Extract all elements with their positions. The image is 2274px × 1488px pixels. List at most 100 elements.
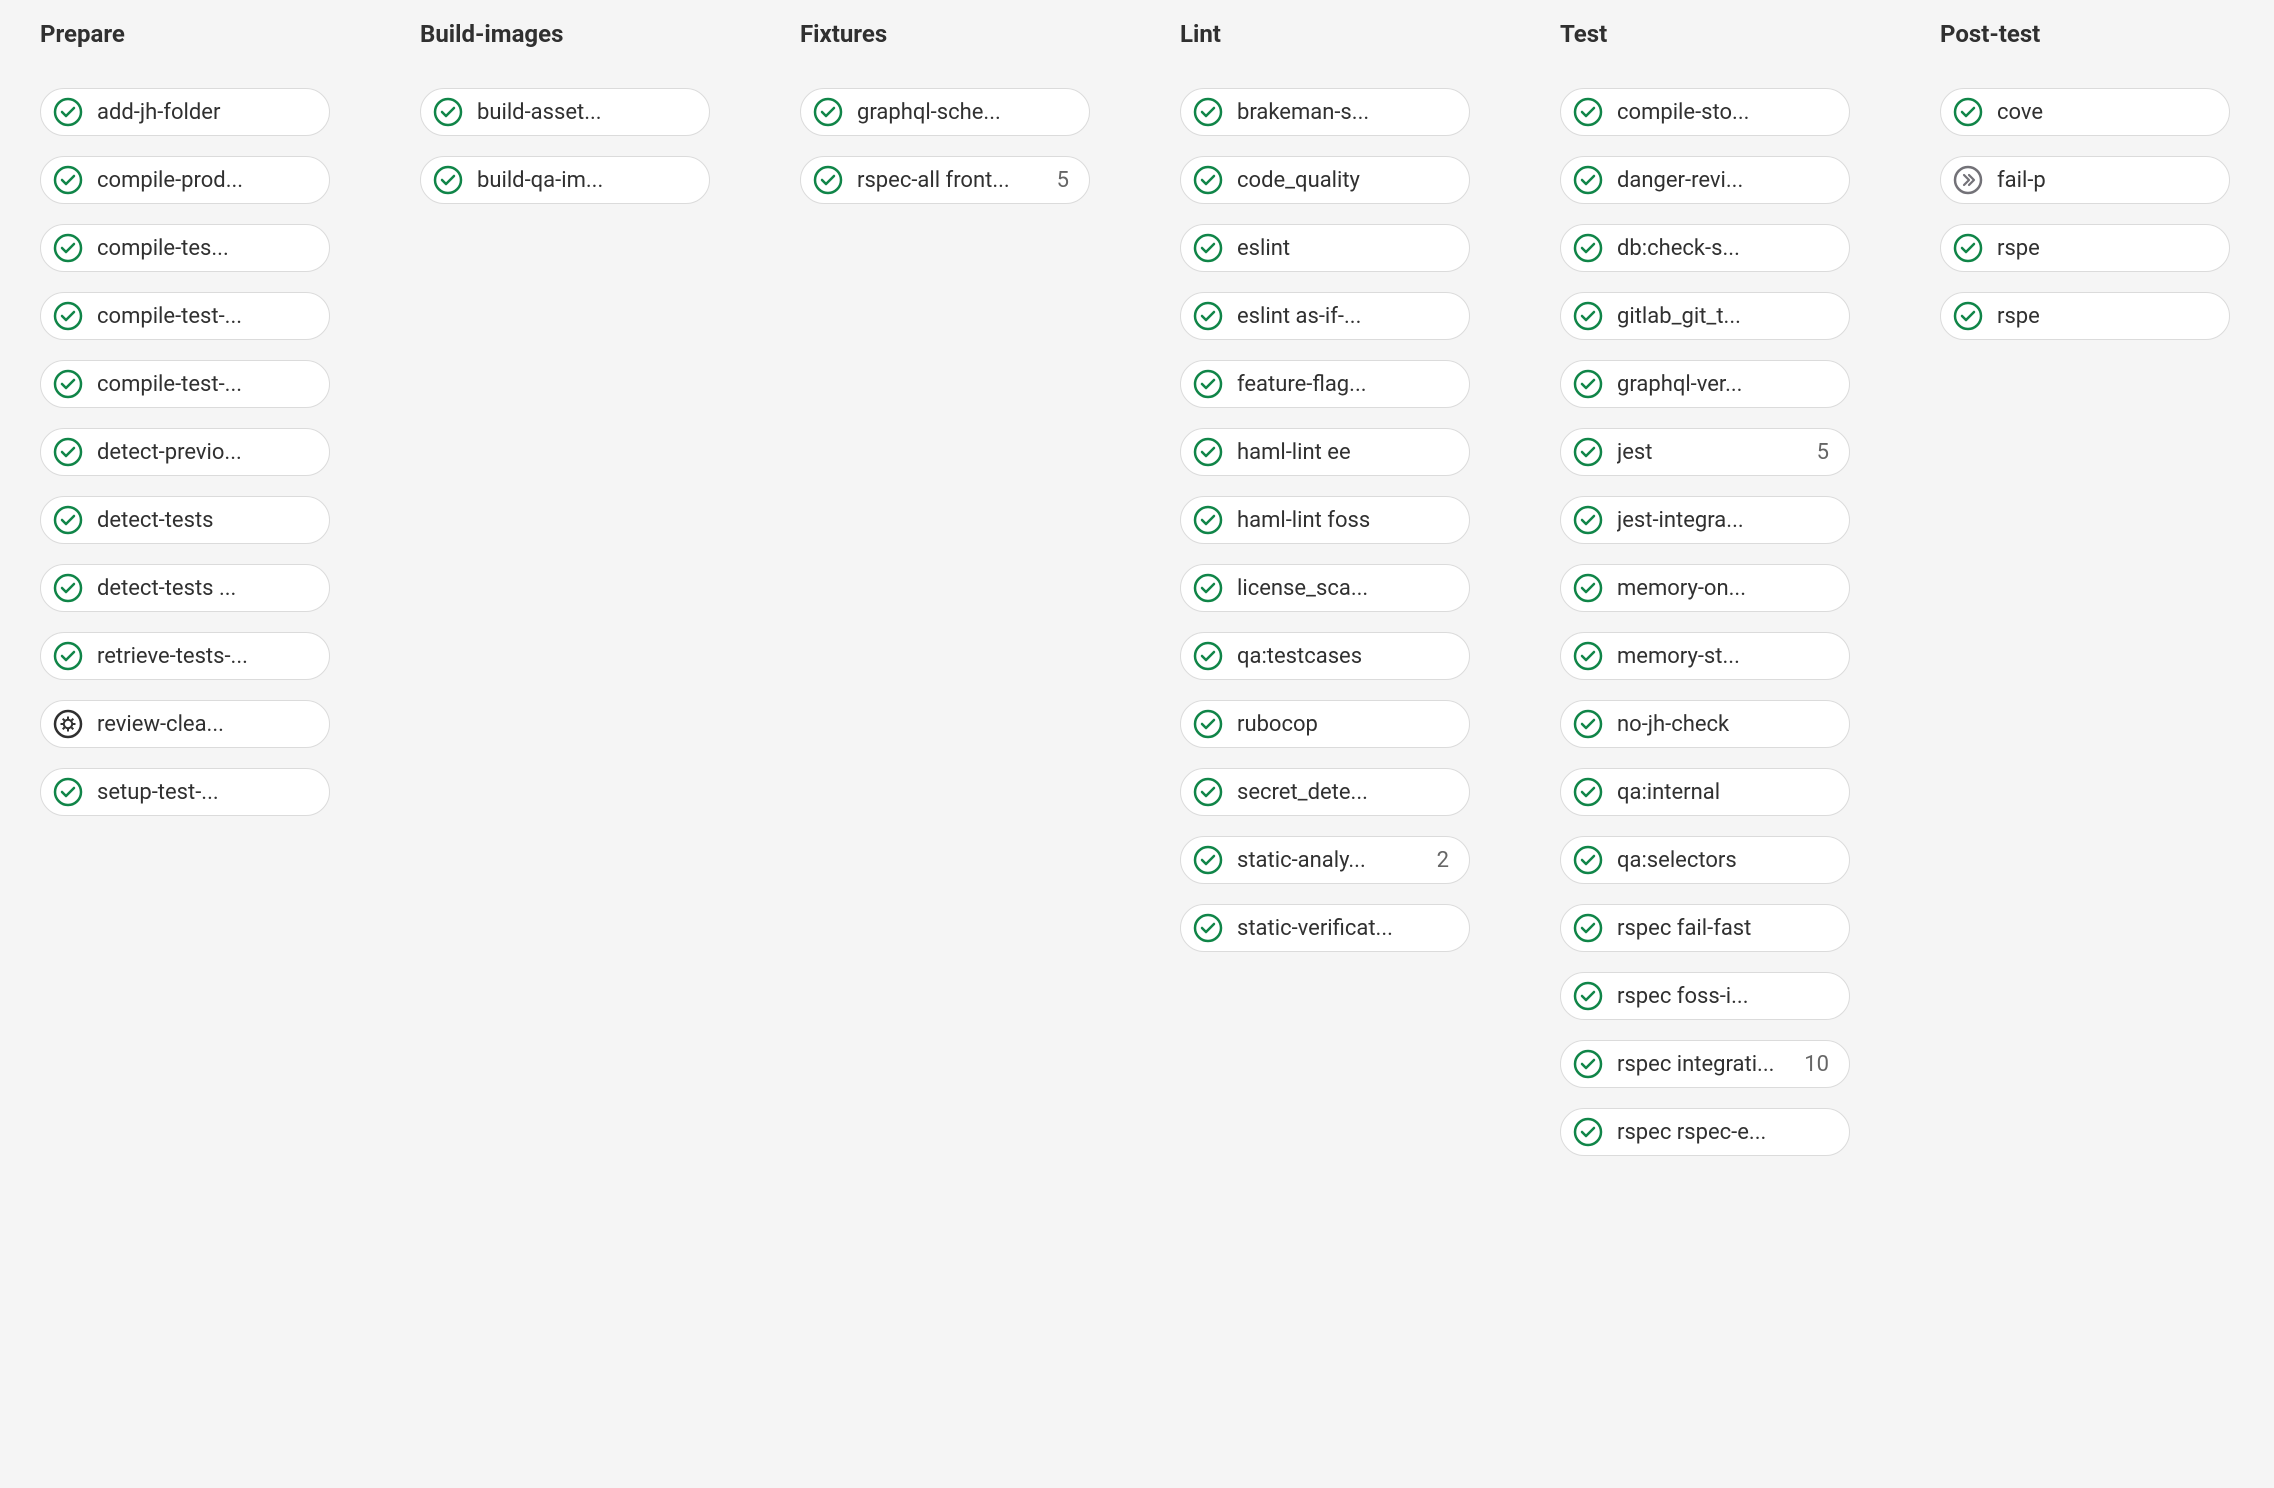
job-pill[interactable]: detect-tests xyxy=(40,496,330,544)
job-pill[interactable]: rspe xyxy=(1940,292,2230,340)
status-passed-icon xyxy=(1193,437,1223,467)
job-pill[interactable]: qa:testcases xyxy=(1180,632,1470,680)
job-pill[interactable]: build-asset... xyxy=(420,88,710,136)
pipeline-stage: Build-imagesbuild-asset...build-qa-im... xyxy=(420,20,710,204)
job-label: memory-on... xyxy=(1617,576,1831,601)
job-pill[interactable]: qa:selectors xyxy=(1560,836,1850,884)
job-count: 5 xyxy=(1817,440,1831,465)
job-pill[interactable]: setup-test-... xyxy=(40,768,330,816)
job-label: graphql-sche... xyxy=(857,100,1071,125)
job-pill[interactable]: eslint as-if-... xyxy=(1180,292,1470,340)
status-passed-icon xyxy=(53,573,83,603)
job-pill[interactable]: gitlab_git_t... xyxy=(1560,292,1850,340)
job-label: qa:internal xyxy=(1617,780,1831,805)
job-pill[interactable]: haml-lint foss xyxy=(1180,496,1470,544)
job-pill[interactable]: rspe xyxy=(1940,224,2230,272)
job-pill[interactable]: rspec foss-i... xyxy=(1560,972,1850,1020)
job-pill[interactable]: compile-test-... xyxy=(40,360,330,408)
job-pill[interactable]: jest-integra... xyxy=(1560,496,1850,544)
job-pill[interactable]: static-verificat... xyxy=(1180,904,1470,952)
job-pill[interactable]: db:check-s... xyxy=(1560,224,1850,272)
job-count: 5 xyxy=(1057,168,1071,193)
status-passed-icon xyxy=(813,97,843,127)
job-pill[interactable]: danger-revi... xyxy=(1560,156,1850,204)
job-pill[interactable]: cove xyxy=(1940,88,2230,136)
job-pill[interactable]: compile-tes... xyxy=(40,224,330,272)
job-pill[interactable]: compile-prod... xyxy=(40,156,330,204)
job-pill[interactable]: eslint xyxy=(1180,224,1470,272)
job-pill[interactable]: static-analy...2 xyxy=(1180,836,1470,884)
job-pill[interactable]: detect-tests ... xyxy=(40,564,330,612)
pipeline-stage: Test compile-sto... danger-revi... db:check… xyxy=(1560,20,1850,1156)
job-pill[interactable]: no-jh-check xyxy=(1560,700,1850,748)
job-label: haml-lint foss xyxy=(1237,508,1451,533)
job-pill[interactable]: review-clea... xyxy=(40,700,330,748)
job-label: code_quality xyxy=(1237,168,1451,193)
jobs-list: compile-sto... danger-revi... db:check-s..… xyxy=(1560,88,1850,1156)
job-pill[interactable]: license_sca... xyxy=(1180,564,1470,612)
status-passed-icon xyxy=(1193,913,1223,943)
job-label: rspec foss-i... xyxy=(1617,984,1831,1009)
pipeline-stage: Fixturesgraphql-sche...rspec-all front..… xyxy=(800,20,1090,204)
status-passed-icon xyxy=(1193,505,1223,535)
status-passed-icon xyxy=(53,233,83,263)
status-passed-icon xyxy=(1573,233,1603,263)
job-pill[interactable]: memory-on... xyxy=(1560,564,1850,612)
job-pill[interactable]: jest5 xyxy=(1560,428,1850,476)
job-label: db:check-s... xyxy=(1617,236,1831,261)
job-label: graphql-ver... xyxy=(1617,372,1831,397)
job-label: compile-prod... xyxy=(97,168,311,193)
status-passed-icon xyxy=(1193,301,1223,331)
job-label: build-asset... xyxy=(477,100,691,125)
job-pill[interactable]: rspec integrati...10 xyxy=(1560,1040,1850,1088)
job-pill[interactable]: haml-lint ee xyxy=(1180,428,1470,476)
job-label: compile-test-... xyxy=(97,304,311,329)
status-passed-icon xyxy=(1573,301,1603,331)
status-passed-icon xyxy=(53,641,83,671)
job-label: danger-revi... xyxy=(1617,168,1831,193)
pipeline-stage: Lintbrakeman-s...code_qualityeslinteslin… xyxy=(1180,20,1470,952)
job-label: cove xyxy=(1997,100,2211,125)
job-pill[interactable]: graphql-ver... xyxy=(1560,360,1850,408)
status-passed-icon xyxy=(1573,573,1603,603)
job-pill[interactable]: qa:internal xyxy=(1560,768,1850,816)
job-pill[interactable]: rubocop xyxy=(1180,700,1470,748)
job-pill[interactable]: rspec fail-fast xyxy=(1560,904,1850,952)
job-label: eslint xyxy=(1237,236,1451,261)
job-pill[interactable]: graphql-sche... xyxy=(800,88,1090,136)
status-passed-icon xyxy=(1573,437,1603,467)
status-passed-icon xyxy=(1193,97,1223,127)
status-passed-icon xyxy=(1573,165,1603,195)
job-pill[interactable]: retrieve-tests-... xyxy=(40,632,330,680)
pipeline-stage: Post-testcovefail-prsperspe xyxy=(1940,20,2230,340)
job-pill[interactable]: secret_dete... xyxy=(1180,768,1470,816)
job-count: 2 xyxy=(1437,848,1451,873)
job-pill[interactable]: add-jh-folder xyxy=(40,88,330,136)
job-label: qa:testcases xyxy=(1237,644,1451,669)
job-label: haml-lint ee xyxy=(1237,440,1451,465)
job-pill[interactable]: compile-sto... xyxy=(1560,88,1850,136)
job-pill[interactable]: brakeman-s... xyxy=(1180,88,1470,136)
job-pill[interactable]: rspec-all front...5 xyxy=(800,156,1090,204)
stage-header: Test xyxy=(1560,20,1850,48)
job-pill[interactable]: code_quality xyxy=(1180,156,1470,204)
job-pill[interactable]: compile-test-... xyxy=(40,292,330,340)
job-pill[interactable]: fail-p xyxy=(1940,156,2230,204)
pipeline-stage: Prepareadd-jh-foldercompile-prod...compi… xyxy=(40,20,330,816)
job-label: build-qa-im... xyxy=(477,168,691,193)
job-pill[interactable]: feature-flag... xyxy=(1180,360,1470,408)
job-pill[interactable]: detect-previo... xyxy=(40,428,330,476)
job-label: rubocop xyxy=(1237,712,1451,737)
job-label: qa:selectors xyxy=(1617,848,1831,873)
job-pill[interactable]: build-qa-im... xyxy=(420,156,710,204)
job-pill[interactable]: memory-st... xyxy=(1560,632,1850,680)
status-passed-icon xyxy=(1953,233,1983,263)
job-pill[interactable]: rspec rspec-e... xyxy=(1560,1108,1850,1156)
job-label: secret_dete... xyxy=(1237,780,1451,805)
jobs-list: brakeman-s... code_qualityeslint eslint as… xyxy=(1180,88,1470,952)
status-passed-icon xyxy=(53,777,83,807)
job-label: review-clea... xyxy=(97,712,311,737)
pipeline-graph: Prepareadd-jh-foldercompile-prod...compi… xyxy=(40,20,2274,1156)
job-label: static-verificat... xyxy=(1237,916,1451,941)
status-passed-icon xyxy=(53,165,83,195)
